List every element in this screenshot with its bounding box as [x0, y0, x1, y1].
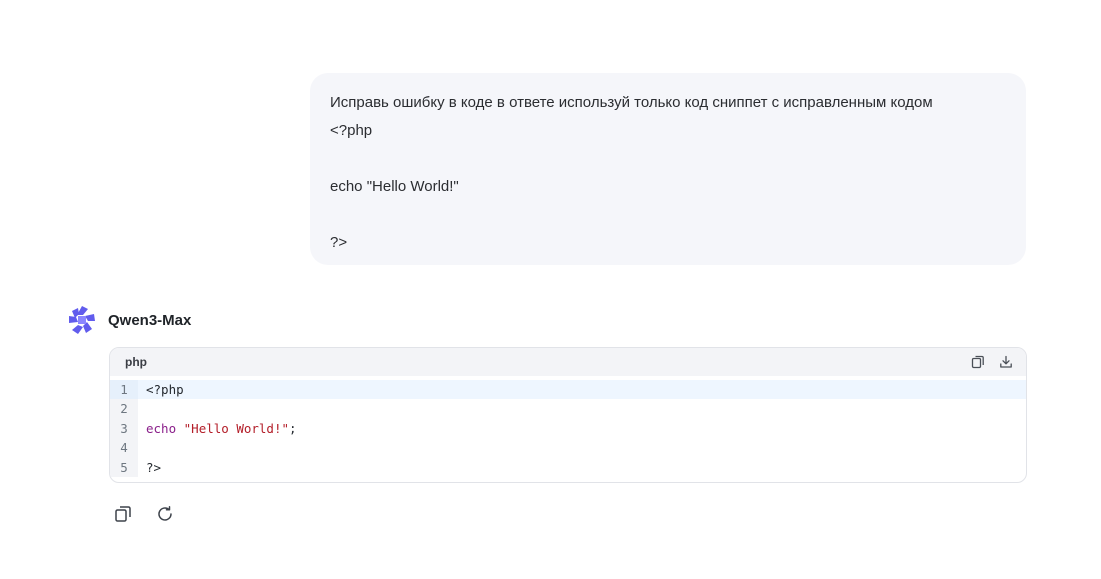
user-message-line: echo "Hello World!" — [330, 178, 459, 195]
code-line-text: echo "Hello World!"; — [138, 419, 297, 438]
user-message-line — [330, 145, 1006, 173]
line-number: 5 — [110, 457, 138, 477]
regenerate-icon — [158, 506, 172, 521]
code-line: 4 — [110, 438, 1026, 458]
copy-icon — [115, 506, 131, 522]
line-number: 3 — [110, 418, 138, 439]
code-token-plain: ; — [289, 420, 297, 436]
model-name: Qwen3-Max — [108, 311, 192, 329]
code-line: 1 <?php — [110, 380, 1026, 400]
line-number: 1 — [110, 380, 138, 400]
chat-page: Исправь ошибку в коде в ответе используй… — [0, 0, 1101, 579]
code-token-plain: <?php — [146, 382, 184, 397]
code-line-text: <?php — [138, 380, 184, 399]
download-code-button[interactable] — [998, 354, 1014, 370]
user-message-line — [330, 201, 1006, 229]
qwen-logo-icon — [66, 304, 98, 336]
copy-message-button[interactable] — [113, 503, 133, 525]
code-line: 2 — [110, 399, 1026, 419]
download-icon — [1000, 355, 1012, 368]
code-line: 5 ?> — [110, 457, 1026, 477]
code-body: 1 <?php 2 3 echo "Hello World!"; 4 5 ?> — [110, 376, 1026, 477]
message-actions — [113, 503, 175, 525]
code-token-plain: ?> — [146, 459, 162, 475]
user-message-bubble: Исправь ошибку в коде в ответе используй… — [310, 73, 1026, 265]
code-line: 3 echo "Hello World!"; — [110, 418, 1026, 439]
copy-code-button[interactable] — [970, 354, 986, 370]
code-toolbar — [970, 354, 1014, 370]
regenerate-button[interactable] — [155, 503, 175, 525]
code-language-label: php — [125, 355, 147, 369]
code-block: php 1 <?php 2 3 echo "Hello World!"; 4 5… — [109, 347, 1027, 483]
line-number: 2 — [110, 399, 138, 419]
code-token-kw: echo — [146, 420, 177, 436]
line-number: 4 — [110, 438, 138, 458]
copy-icon — [971, 355, 984, 369]
user-message-line: <?php — [330, 122, 373, 139]
code-line-text: ?> — [138, 458, 161, 477]
code-block-header: php — [110, 348, 1026, 376]
code-token-str: "Hello World!" — [183, 420, 289, 436]
user-message-line: ?> — [330, 234, 348, 251]
assistant-header: Qwen3-Max — [66, 303, 191, 337]
user-message-line: Исправь ошибку в коде в ответе используй… — [330, 94, 933, 111]
